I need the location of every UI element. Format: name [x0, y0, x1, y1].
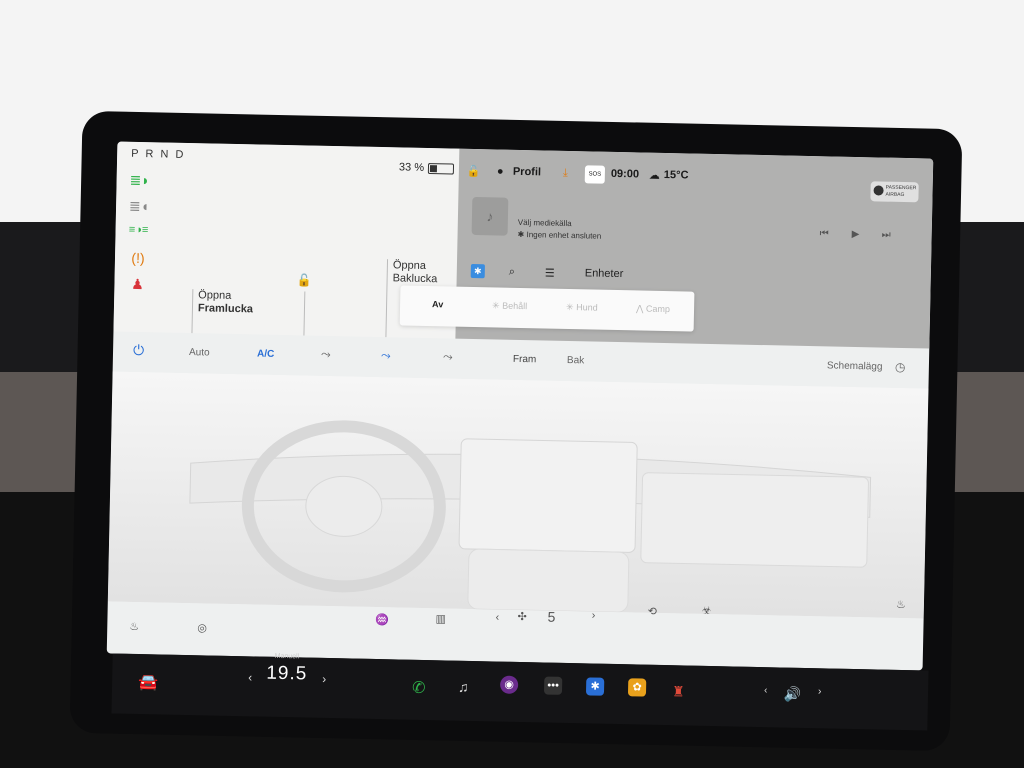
front-trunk-divider	[191, 289, 194, 334]
mode-keep-button[interactable]: ✳ Behåll	[492, 300, 527, 312]
queue-icon[interactable]: ☰	[545, 266, 555, 279]
glovebox-shape	[640, 472, 869, 568]
rear-defrost-icon[interactable]: ▥	[435, 612, 446, 625]
passenger-airbag-status: PASSENGER AIRBAG	[870, 181, 919, 203]
music-note-icon[interactable]: ♪	[471, 196, 509, 236]
tire-pressure-warning-icon: (!)	[131, 249, 145, 267]
front-trunk-line2: Framlucka	[197, 302, 254, 316]
touchscreen: P R N D ≣◗ ≣◖ ≡◑≡ (!) ♟ 33 % Öppna Framl…	[106, 141, 934, 671]
media-source-prompt[interactable]: Välj mediekälla	[518, 218, 572, 228]
volume-decrease-button[interactable]: ‹	[764, 685, 768, 696]
battery-status: 33 %	[398, 161, 455, 175]
lock-icon[interactable]: 🔓	[467, 165, 481, 178]
seatbelt-warning-icon: ♟	[131, 275, 144, 293]
cloud-icon: ☁	[648, 169, 660, 182]
mode-camp-label: Camp	[645, 303, 671, 315]
open-rear-trunk-button[interactable]: Öppna Baklucka	[392, 259, 438, 286]
volume-increase-button[interactable]: ›	[818, 686, 822, 697]
mode-dog-label: Hund	[576, 302, 598, 313]
outside-temperature: 15°C	[663, 168, 689, 182]
music-icon[interactable]: ♫	[458, 679, 469, 695]
door-divider	[303, 291, 306, 336]
fan-increase-button[interactable]: ›	[592, 610, 596, 622]
more-apps-icon[interactable]: •••	[543, 676, 563, 695]
climate-power-icon[interactable]: ⏻	[133, 342, 144, 359]
rear-trunk-divider	[385, 259, 389, 338]
previous-track-button[interactable]: ⏮	[820, 228, 829, 239]
status-bar: 🔓 ● Profil ⤓ SOS 09:00 ☁ 15°C	[459, 165, 933, 195]
keep-icon: ✳	[491, 300, 503, 311]
cabin-temperature[interactable]: 19.5	[266, 663, 307, 686]
mode-keep-label: Behåll	[502, 300, 528, 312]
recirculation-icon[interactable]: ⟲	[648, 605, 657, 618]
temp-decrease-button[interactable]: ‹	[248, 670, 252, 684]
bluetooth-tab-icon[interactable]: ✱	[470, 263, 485, 279]
steering-wheel-heat-icon[interactable]: ◎	[197, 621, 207, 634]
dog-icon: ✳	[565, 301, 577, 313]
car-icon[interactable]: 🚘	[138, 672, 158, 692]
fog-lights-icon: ≡◑≡	[128, 223, 149, 237]
fan-speed-value: 5	[547, 608, 556, 625]
open-front-trunk-button[interactable]: Öppna Framlucka	[198, 289, 254, 316]
fan-decrease-button[interactable]: ‹	[495, 612, 499, 624]
clock-icon[interactable]: ◷	[895, 360, 906, 374]
mode-camp-button[interactable]: ⋀ Camp	[636, 303, 670, 315]
media-device-status: ✱ Ingen enhet ansluten	[517, 230, 601, 241]
unlocked-icon[interactable]: 🔓	[296, 273, 311, 287]
device-status-text: Ingen enhet ansluten	[526, 230, 602, 241]
fan-icon: ✣	[517, 610, 527, 624]
front-defrost-icon[interactable]: ♒	[375, 613, 389, 626]
cabin-render	[107, 371, 929, 619]
devices-tab[interactable]: Enheter	[585, 267, 624, 280]
clock: 09:00	[610, 167, 640, 181]
parking-lights-icon: ≣◖	[128, 197, 150, 215]
passenger-seat-heat-icon[interactable]: ♨	[896, 598, 906, 611]
battery-icon	[427, 162, 455, 175]
sos-button[interactable]: SOS	[584, 165, 606, 184]
driver-seat-heat-icon[interactable]: ♨	[129, 620, 139, 633]
volume-icon[interactable]: 🔊	[784, 686, 802, 703]
arcade-joystick-icon[interactable]: ♜	[672, 683, 685, 700]
profile-icon[interactable]: ●	[497, 165, 504, 177]
center-screen-shape	[458, 438, 638, 553]
climate-mode-label: Manuell	[274, 652, 300, 661]
camp-icon: ⋀	[635, 303, 647, 314]
vent-face-icon[interactable]: ⤳	[321, 347, 331, 362]
phone-icon[interactable]: ✆	[412, 678, 426, 698]
gear-selector: P R N D	[131, 147, 186, 161]
vent-feet-icon[interactable]: ⤳	[443, 349, 453, 364]
auto-button[interactable]: Auto	[189, 347, 210, 358]
search-icon[interactable]: ⌕	[509, 266, 515, 279]
tab-front[interactable]: Fram	[513, 354, 537, 365]
download-icon[interactable]: ⤓	[563, 167, 568, 180]
play-button[interactable]: ▶	[852, 229, 860, 240]
ac-button[interactable]: A/C	[257, 348, 274, 359]
schedule-button[interactable]: Schemalägg	[827, 360, 883, 372]
profile-label[interactable]: Profil	[513, 166, 541, 179]
bluetooth-small-icon: ✱	[517, 229, 527, 240]
toybox-icon[interactable]: ✿	[627, 678, 647, 697]
climate-keeper-popup: Av ✳ Behåll ✳ Hund ⋀ Camp	[399, 285, 695, 332]
rear-trunk-line2: Baklucka	[392, 272, 438, 286]
bioweapon-mode-icon[interactable]: ☣	[702, 604, 712, 617]
battery-fill	[429, 164, 438, 172]
rear-trunk-line1: Öppna	[392, 259, 427, 272]
bluetooth-icon[interactable]: ✱	[585, 677, 605, 696]
vent-face-feet-icon[interactable]: ⤳	[381, 348, 391, 363]
center-console-shape	[467, 548, 630, 613]
front-trunk-line1: Öppna	[198, 289, 232, 302]
headlights-icon: ≣◗	[129, 171, 150, 189]
camera-icon[interactable]: ◉	[499, 675, 519, 694]
temp-increase-button[interactable]: ›	[322, 672, 326, 686]
next-track-button[interactable]: ⏭	[882, 230, 891, 241]
tab-rear[interactable]: Bak	[567, 355, 584, 366]
airbag-icon	[873, 185, 884, 196]
airbag-line2: AIRBAG	[885, 191, 905, 199]
mode-off-button[interactable]: Av	[432, 299, 443, 309]
mode-dog-button[interactable]: ✳ Hund	[566, 302, 598, 314]
battery-percent: 33 %	[398, 161, 425, 174]
